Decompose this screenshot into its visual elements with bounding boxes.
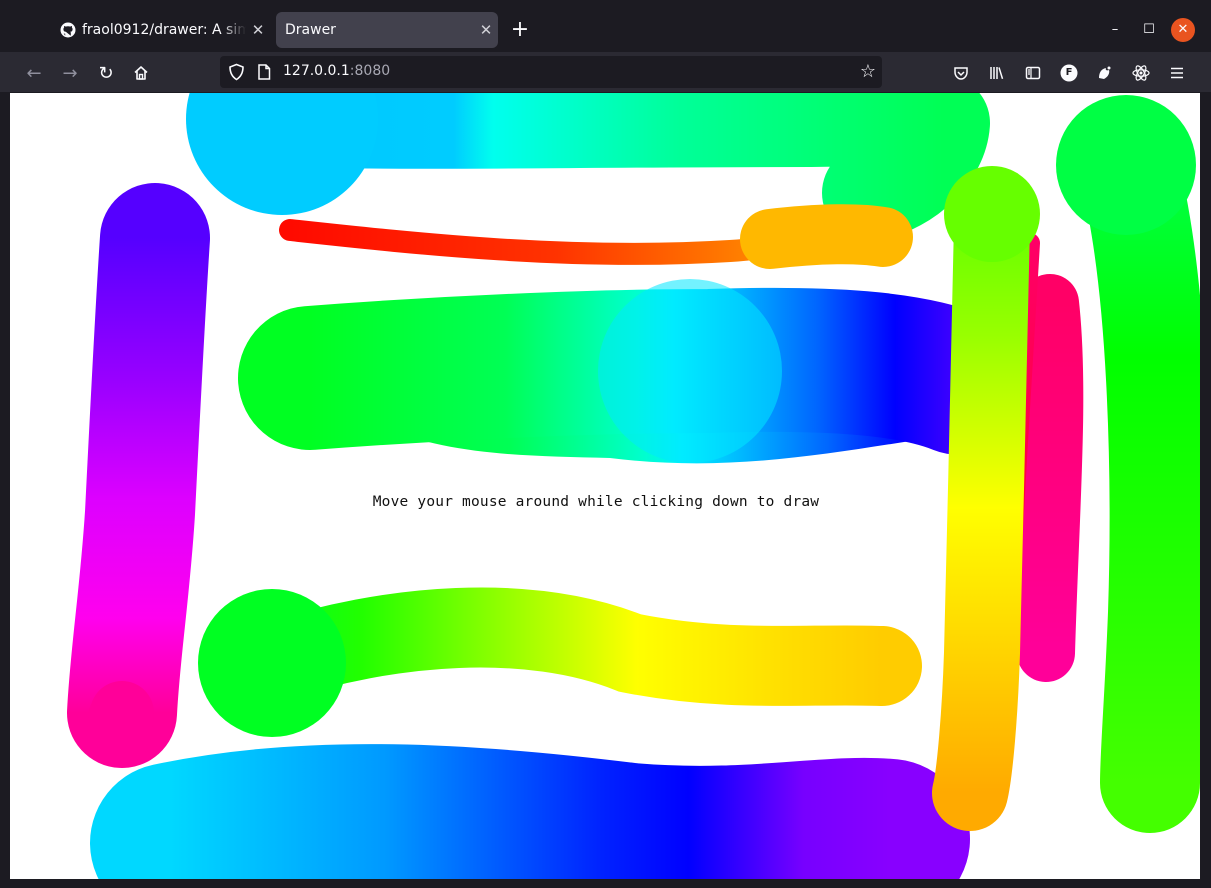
- arrow-right-icon: →: [62, 62, 78, 84]
- tab-close-icon[interactable]: ✕: [246, 21, 270, 39]
- brush-dab: [1056, 95, 1196, 235]
- brush-dab: [598, 279, 782, 463]
- brush-stroke: [87, 681, 154, 765]
- tab-title: fraol0912/drawer: A simp: [82, 22, 246, 38]
- library-button[interactable]: [986, 62, 1008, 84]
- navigation-toolbar: ← → ↻ 127.0.0.1:8080 ☆ F: [0, 52, 1211, 92]
- sidebar-icon: [1025, 66, 1041, 80]
- maximize-button[interactable]: ☐: [1137, 18, 1161, 42]
- forward-button[interactable]: →: [57, 60, 83, 86]
- pocket-button[interactable]: [950, 62, 972, 84]
- tab-github[interactable]: fraol0912/drawer: A simp ✕: [50, 12, 270, 48]
- react-devtools-icon: [1132, 65, 1150, 81]
- url-host: 127.0.0.1: [283, 63, 350, 79]
- minimize-button[interactable]: –: [1103, 18, 1127, 42]
- reload-icon: ↻: [98, 62, 114, 84]
- url-port: :8080: [349, 63, 391, 79]
- brush-dab: [186, 93, 378, 215]
- brush-stroke: [90, 744, 970, 879]
- extension-icon: [1099, 66, 1111, 79]
- arrow-left-icon: ←: [26, 62, 42, 84]
- url-text[interactable]: 127.0.0.1:8080: [283, 63, 390, 79]
- home-button[interactable]: [128, 60, 154, 86]
- home-icon: [134, 66, 148, 80]
- bookmark-star-icon[interactable]: ☆: [860, 61, 876, 82]
- tab-drawer[interactable]: Drawer ✕: [276, 12, 498, 48]
- pocket-icon: [954, 67, 968, 80]
- brush-dab: [944, 166, 1040, 262]
- tab-close-icon[interactable]: ✕: [474, 21, 498, 39]
- instruction-text: Move your mouse around while clicking do…: [372, 494, 820, 510]
- react-devtools-button[interactable]: [1130, 62, 1152, 84]
- account-initial: F: [1065, 67, 1073, 78]
- page-viewport: Move your mouse around while clicking do…: [10, 93, 1200, 879]
- brush-stroke: [1080, 123, 1200, 833]
- account-button[interactable]: F: [1058, 62, 1080, 84]
- sidebar-button[interactable]: [1022, 62, 1044, 84]
- brush-stroke: [230, 587, 922, 706]
- tab-strip: fraol0912/drawer: A simp ✕ Drawer ✕ + – …: [0, 0, 1211, 52]
- reload-button[interactable]: ↻: [93, 60, 119, 86]
- new-tab-button[interactable]: +: [508, 17, 532, 43]
- brush-stroke: [234, 93, 990, 241]
- page-icon[interactable]: [257, 64, 271, 80]
- shield-icon[interactable]: [228, 63, 245, 81]
- drawing-canvas[interactable]: [10, 93, 1200, 879]
- window-close-button[interactable]: ✕: [1171, 18, 1195, 42]
- menu-button[interactable]: [1166, 62, 1188, 84]
- url-bar[interactable]: 127.0.0.1:8080 ☆: [220, 56, 882, 88]
- brush-dab: [198, 589, 346, 737]
- tab-title: Drawer: [285, 22, 336, 38]
- library-icon: [990, 67, 1004, 80]
- brush-stroke: [67, 183, 210, 768]
- extension-button[interactable]: [1094, 62, 1116, 84]
- github-icon: [60, 22, 76, 38]
- brush-stroke: [740, 204, 913, 269]
- menu-icon: [1171, 67, 1183, 79]
- back-button[interactable]: ←: [21, 60, 47, 86]
- brush-stroke: [1017, 274, 1084, 682]
